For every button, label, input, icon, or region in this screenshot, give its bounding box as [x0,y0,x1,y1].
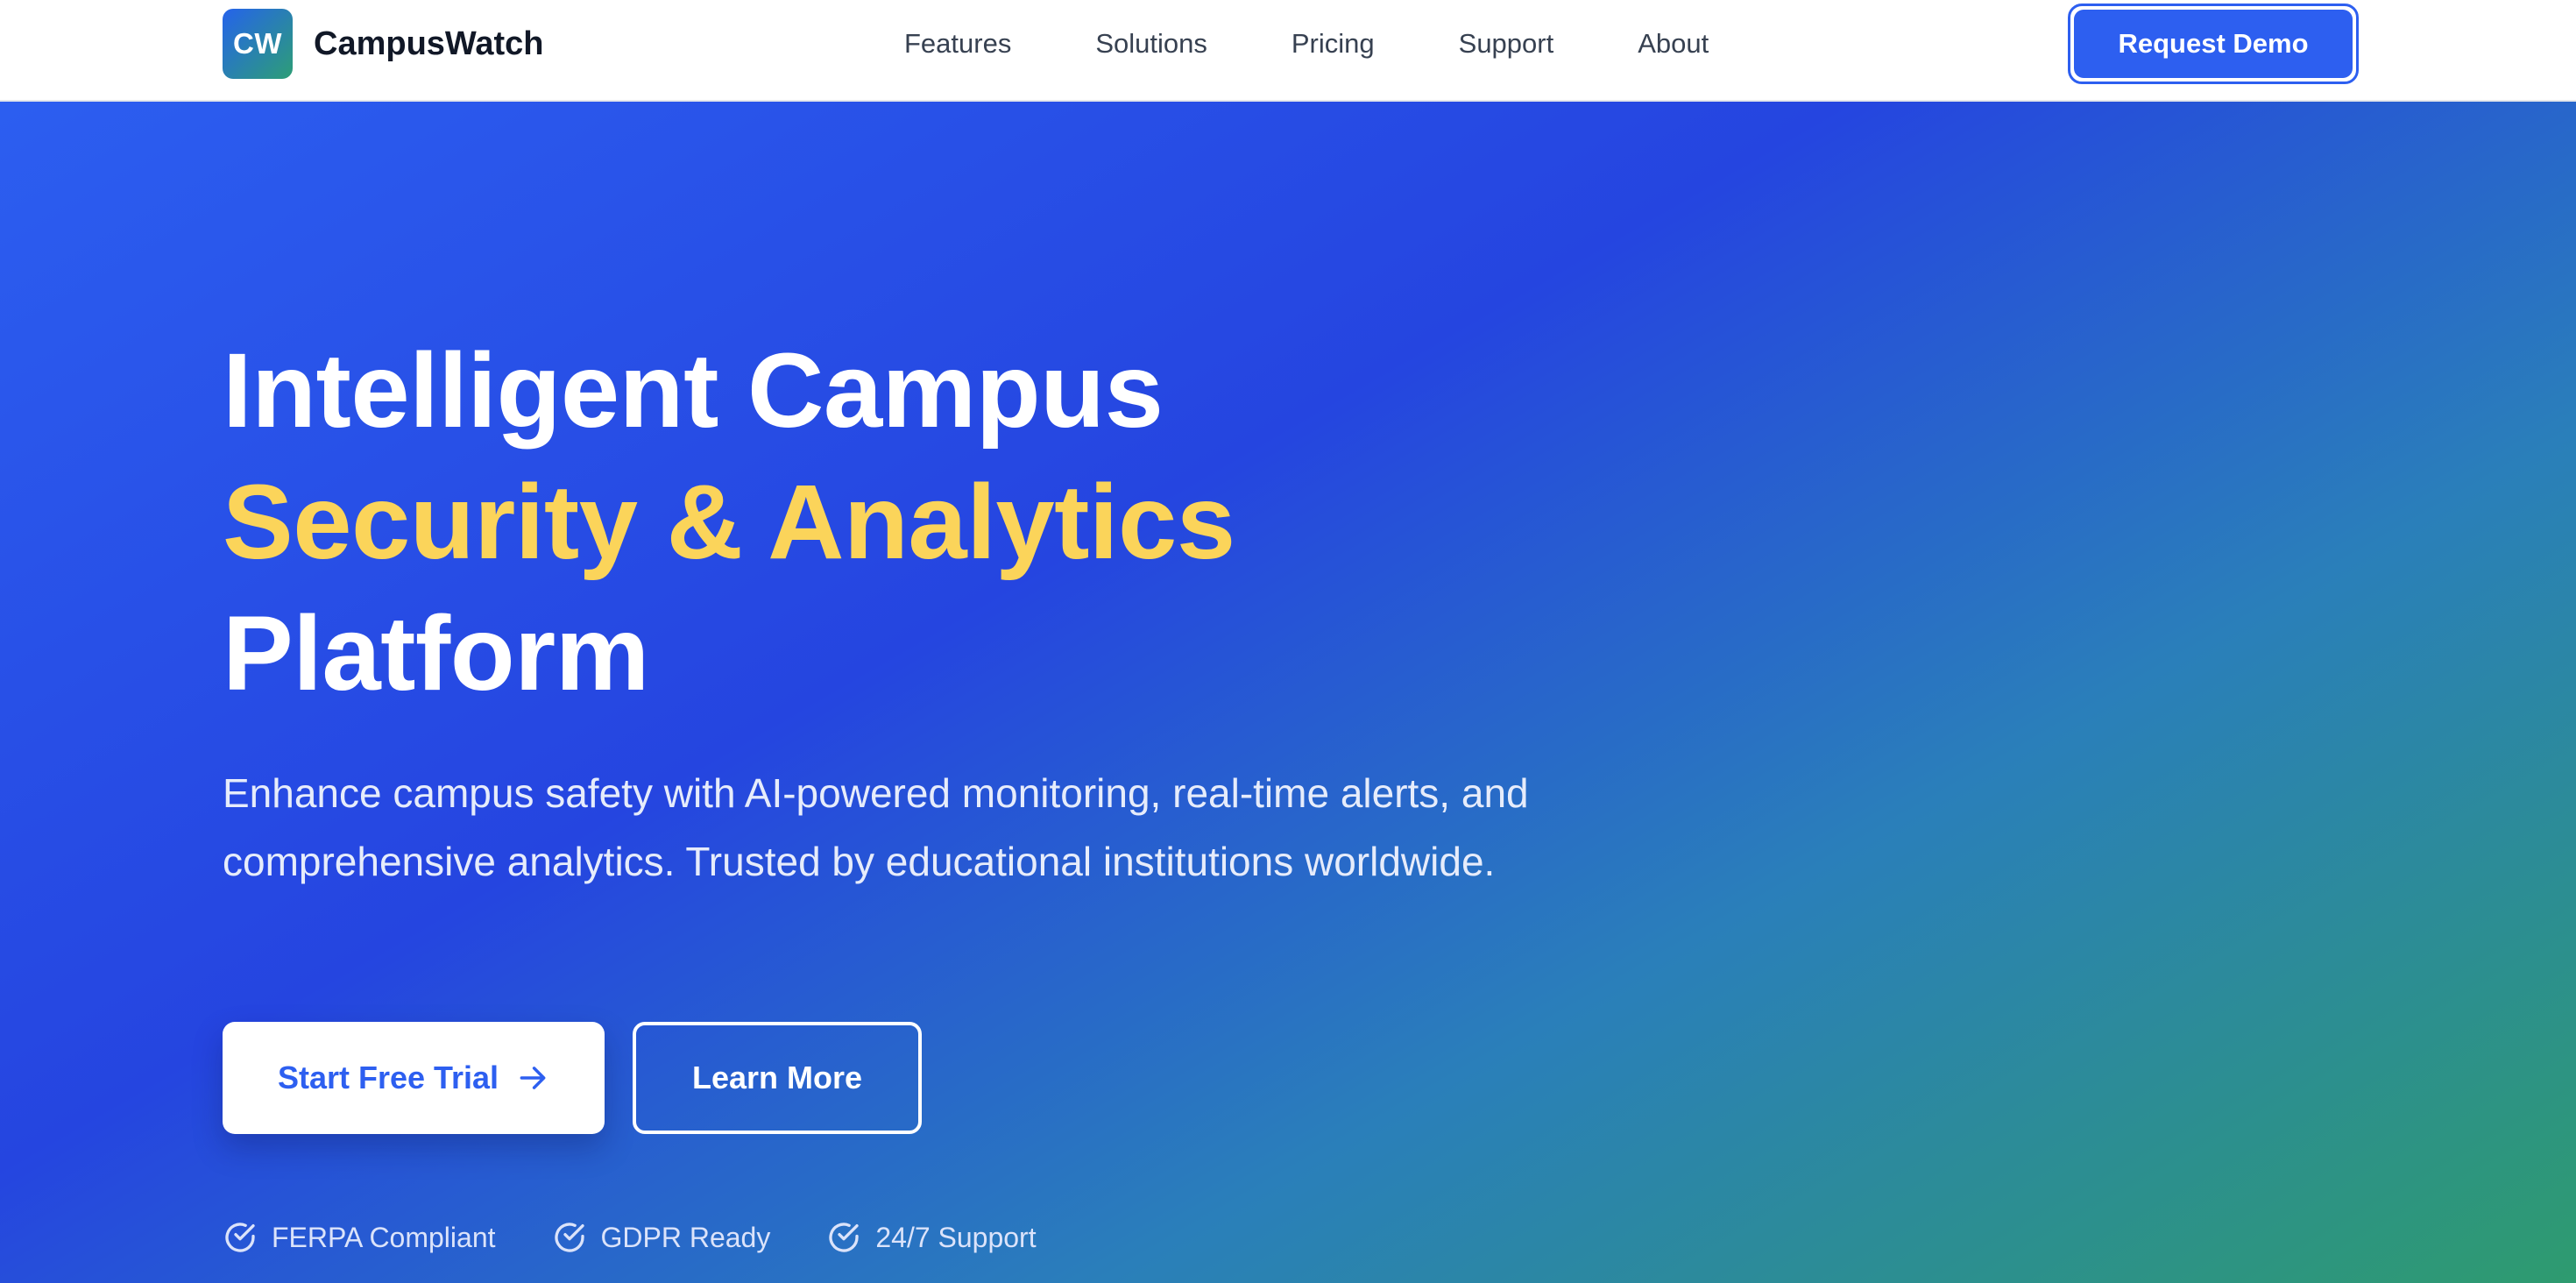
badge-support: 24/7 Support [826,1220,1037,1255]
nav-item-solutions[interactable]: Solutions [1095,28,1207,60]
brand-logo[interactable]: CW CampusWatch [223,9,544,79]
headline-line-1: Intelligent Campus [223,330,1164,450]
headline-line-3: Platform [223,593,649,712]
badge-gdpr: GDPR Ready [552,1220,771,1255]
nav-item-features[interactable]: Features [904,28,1011,60]
compliance-badges: FERPA Compliant GDPR Ready 24/7 Support [223,1220,1093,1255]
badge-ferpa: FERPA Compliant [223,1220,496,1255]
request-demo-focus-ring: Request Demo [2068,4,2359,84]
hero-section: Intelligent Campus Security & Analytics … [0,102,2576,1283]
hero-headline: Intelligent Campus Security & Analytics … [223,324,1235,719]
check-circle-icon [554,1223,584,1252]
nav-item-pricing[interactable]: Pricing [1292,28,1375,60]
badge-label: 24/7 Support [875,1221,1037,1253]
badge-label: FERPA Compliant [272,1221,496,1253]
site-header: CW CampusWatch Features Solutions Pricin… [0,0,2576,102]
main-nav: Features Solutions Pricing Support About [904,0,1709,88]
check-circle-icon [225,1223,255,1252]
check-circle-icon [829,1223,860,1252]
arrow-right-icon [520,1067,546,1089]
nav-item-support[interactable]: Support [1459,28,1554,60]
learn-more-button[interactable]: Learn More [633,1022,922,1134]
start-free-trial-label: Start Free Trial [277,1060,499,1095]
hero-description: Enhance campus safety with AI-powered mo… [223,770,1529,884]
nav-item-about[interactable]: About [1638,28,1709,60]
start-free-trial-button[interactable]: Start Free Trial [223,1022,605,1134]
logo-mark: CW [223,9,293,79]
brand-name: CampusWatch [314,25,544,62]
request-demo-button[interactable]: Request Demo [2074,10,2353,78]
headline-line-2-highlight: Security & Analytics [223,462,1235,581]
badge-label: GDPR Ready [600,1221,771,1253]
